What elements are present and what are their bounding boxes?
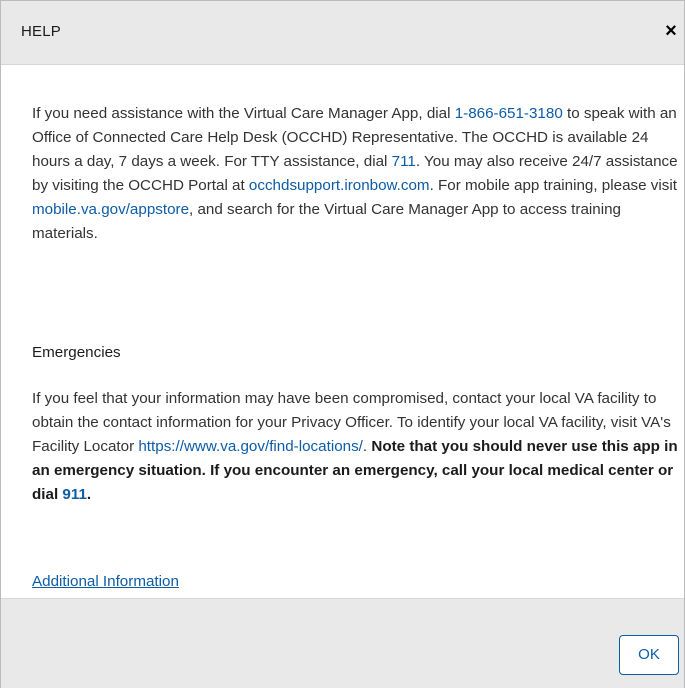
help-text-1: If you need assistance with the Virtual … [32, 105, 455, 122]
help-desk-phone-link[interactable]: 1-866-651-3180 [455, 105, 563, 122]
emergency-number-link[interactable]: 911 [62, 486, 87, 503]
dialog-title: HELP [21, 23, 61, 40]
emergency-warning-end: . [86, 486, 92, 503]
dialog-header: HELP × [1, 1, 684, 65]
facility-locator-link[interactable]: https://www.va.gov/find-locations/ [138, 438, 363, 455]
help-dialog: HELP × If you need assistance with the V… [0, 0, 685, 688]
dialog-footer: OK [1, 598, 684, 688]
appstore-link[interactable]: mobile.va.gov/appstore [32, 201, 189, 218]
tty-phone-link[interactable]: 711 [392, 153, 416, 170]
ok-button[interactable]: OK [619, 635, 679, 675]
emergencies-paragraph: If you feel that your information may ha… [32, 387, 680, 507]
additional-information-link[interactable]: Additional Information [32, 573, 179, 590]
help-text-4: . For mobile app training, please visit [429, 177, 677, 194]
additional-info-wrapper: Additional Information [32, 570, 179, 594]
emergencies-heading: Emergencies [32, 344, 121, 361]
close-icon[interactable]: × [660, 19, 682, 43]
help-paragraph: If you need assistance with the Virtual … [32, 102, 680, 246]
occhd-portal-link[interactable]: occhdsupport.ironbow.com [249, 177, 430, 194]
